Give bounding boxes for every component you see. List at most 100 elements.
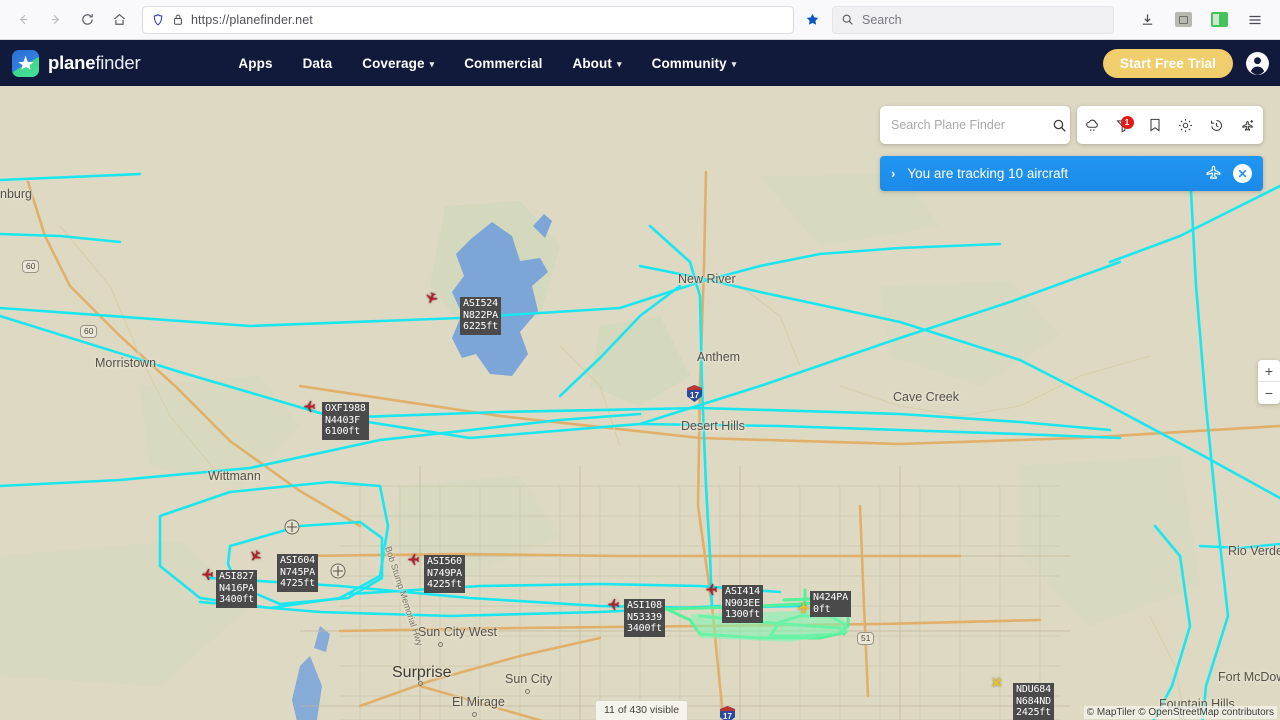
shield-icon	[151, 13, 165, 27]
browser-toolbar: https://planefinder.net Search	[0, 0, 1280, 40]
aircraft-altitude: 6225ft	[463, 321, 498, 333]
map-zoom-controls: + −	[1258, 360, 1280, 404]
weather-icon[interactable]	[1081, 113, 1105, 137]
close-icon[interactable]: ✕	[1233, 164, 1252, 183]
search-icon	[841, 13, 854, 26]
aircraft-registration: N684ND	[1016, 695, 1051, 707]
aircraft-label[interactable]: ASI560 N749PA 4225ft	[424, 555, 465, 593]
search-input[interactable]	[891, 118, 1052, 132]
route-shield: 51	[857, 632, 875, 645]
aircraft-label[interactable]: ASI108 N53339 3400ft	[624, 599, 665, 637]
download-icon[interactable]	[1134, 7, 1160, 33]
nav-label: Coverage	[362, 55, 425, 71]
bookmark-icon[interactable]	[1143, 113, 1167, 137]
aircraft-label[interactable]: ASI414 N903EE 1300ft	[722, 585, 763, 623]
planefinder-logo-icon	[12, 49, 39, 77]
nav-item-apps[interactable]: Apps	[238, 56, 272, 71]
nav-label: Commercial	[464, 55, 543, 71]
nav-item-coverage[interactable]: Coverage ▾	[362, 56, 434, 71]
aircraft-registration: N416PA	[219, 582, 254, 594]
tracking-banner-text: You are tracking 10 aircraft	[907, 166, 1069, 181]
aircraft-registration: N53339	[627, 611, 662, 623]
nav-label: Apps	[238, 55, 273, 71]
tracking-banner[interactable]: › You are tracking 10 aircraft ✕	[880, 156, 1263, 191]
nav-label: About	[572, 55, 612, 71]
star-icon[interactable]	[798, 6, 826, 34]
settings-gear-icon[interactable]	[1174, 113, 1198, 137]
home-icon[interactable]	[104, 5, 134, 35]
aircraft-label[interactable]: NDU684 N684ND 2425ft	[1013, 683, 1054, 720]
route-shield: 60	[80, 325, 98, 338]
header-actions: Start Free Trial	[1102, 48, 1270, 78]
aircraft-callsign: ASI560	[427, 556, 462, 567]
aircraft-label[interactable]: ASI604 N745PA 4725ft	[277, 554, 318, 592]
aircraft-registration: N822PA	[463, 309, 498, 321]
aircraft-callsign: OXF1988	[325, 403, 366, 414]
aircraft-registration: N903EE	[725, 597, 760, 609]
aircraft-altitude: 4225ft	[427, 579, 462, 591]
plane-top-icon[interactable]	[1203, 163, 1224, 184]
forward-arrow-icon[interactable]	[40, 5, 70, 35]
zoom-out-button[interactable]: −	[1258, 382, 1280, 404]
browser-search-placeholder: Search	[862, 12, 902, 27]
browser-search-input[interactable]: Search	[832, 5, 1114, 34]
aircraft-callsign: ASI524	[463, 298, 498, 309]
plane-search-panel[interactable]	[880, 106, 1070, 144]
add-aircraft-icon[interactable]	[1236, 113, 1260, 137]
site-header: planefinder Apps Data Coverage ▾ Commerci…	[0, 40, 1280, 86]
aircraft-label[interactable]: ASI524 N822PA 6225ft	[460, 297, 501, 335]
hamburger-menu-icon[interactable]	[1242, 7, 1268, 33]
aircraft-registration: N749PA	[427, 567, 462, 579]
aircraft-callsign: ASI108	[627, 600, 662, 611]
aircraft-callsign: ASI414	[725, 586, 760, 597]
playback-history-icon[interactable]	[1205, 113, 1229, 137]
aircraft-registration: N745PA	[280, 566, 315, 578]
nav-item-commercial[interactable]: Commercial	[464, 56, 542, 71]
aircraft-callsign: ASI604	[280, 555, 315, 566]
account-avatar-icon[interactable]	[1245, 51, 1270, 76]
main-navigation: Apps Data Coverage ▾ Commercial About ▾ Co…	[238, 56, 736, 71]
nav-label: Community	[651, 55, 727, 71]
aircraft-registration: N4403F	[325, 414, 360, 426]
start-free-trial-button[interactable]: Start Free Trial	[1102, 48, 1233, 78]
brand-name-thin: finder	[95, 52, 141, 73]
reload-icon[interactable]	[72, 5, 102, 35]
nav-item-community[interactable]: Community ▾	[652, 56, 737, 71]
tracking-banner-actions: ✕	[1203, 163, 1252, 184]
aircraft-label[interactable]: OXF1988 N4403F 6100ft	[322, 402, 369, 440]
browser-chrome-right	[1134, 7, 1272, 33]
nav-item-data[interactable]: Data	[303, 56, 333, 71]
aircraft-label[interactable]: N424PA 0ft	[810, 591, 851, 618]
url-text: https://planefinder.net	[191, 12, 313, 27]
chevron-down-icon: ▾	[429, 58, 435, 69]
brand-logo-link[interactable]: planefinder	[12, 49, 141, 77]
filter-icon[interactable]: 1	[1112, 113, 1136, 137]
aircraft-callsign: NDU684	[1016, 684, 1051, 695]
lock-icon	[172, 13, 184, 26]
extension-icon-2[interactable]	[1206, 7, 1232, 33]
zoom-in-button[interactable]: +	[1258, 360, 1280, 382]
aircraft-label[interactable]: ASI827 N416PA 3400ft	[216, 570, 257, 608]
chevron-down-icon: ▾	[616, 58, 622, 69]
map-toolbar: 1	[1077, 106, 1263, 144]
aircraft-callsign: N424PA	[813, 592, 848, 603]
aircraft-altitude: 6100ft	[325, 426, 360, 438]
visible-count-label: 11 of 430 visible	[595, 700, 689, 720]
map-place-dot	[525, 689, 530, 694]
brand-name-bold: plane	[48, 52, 96, 73]
nav-item-about[interactable]: About ▾	[572, 56, 621, 71]
aircraft-altitude: 4725ft	[280, 578, 315, 590]
back-arrow-icon[interactable]	[8, 5, 38, 35]
aircraft-altitude: 3400ft	[219, 594, 254, 606]
lake-pleasant-water	[292, 214, 552, 720]
aircraft-callsign: ASI827	[219, 571, 254, 582]
brand-name: planefinder	[48, 52, 141, 74]
nav-label: Data	[302, 55, 333, 71]
expand-chevron-icon[interactable]: ›	[891, 166, 895, 181]
map-place-dot	[472, 712, 477, 717]
url-bar[interactable]: https://planefinder.net	[142, 5, 794, 34]
extension-icon-1[interactable]	[1170, 7, 1196, 33]
aircraft-altitude: 1300ft	[725, 609, 760, 621]
chevron-down-icon: ▾	[731, 58, 737, 69]
search-icon[interactable]	[1052, 118, 1067, 133]
